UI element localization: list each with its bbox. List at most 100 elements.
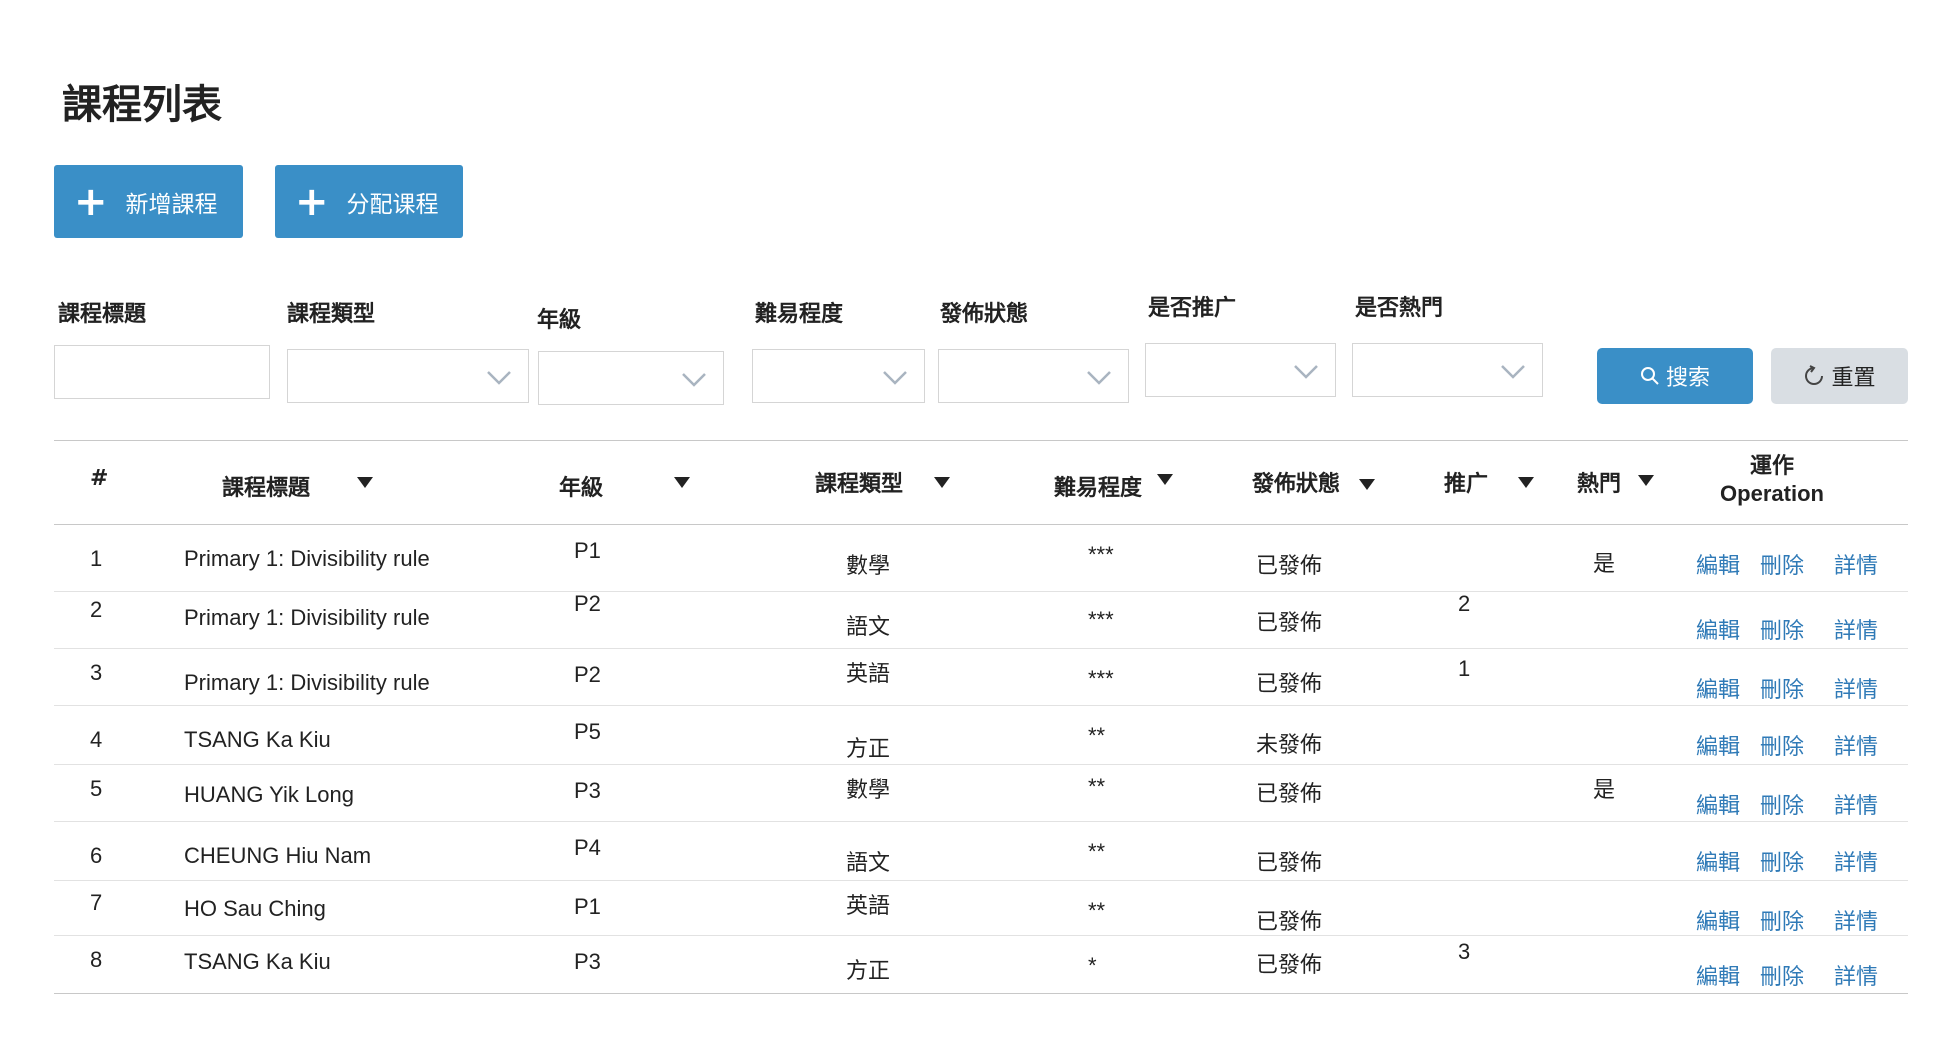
column-header-difficulty: 難易程度	[1054, 476, 1143, 501]
cell-difficulty: *	[1088, 953, 1097, 978]
operation-label-en: Operation	[1720, 481, 1824, 506]
sort-grade-icon[interactable]	[674, 477, 690, 488]
edit-link[interactable]: 編輯	[1696, 788, 1740, 820]
filter-label-promoted: 是否推广	[1148, 296, 1237, 321]
column-header-popular: 熱門	[1577, 472, 1622, 497]
row-divider	[54, 648, 1908, 649]
cell-difficulty: ***	[1088, 666, 1114, 691]
cell-idx: 6	[90, 843, 103, 868]
page-title: 課程列表	[62, 83, 222, 127]
delete-link[interactable]: 刪除	[1760, 845, 1804, 877]
sort-type-icon[interactable]	[934, 477, 950, 488]
filter-label-difficulty: 難易程度	[755, 302, 844, 327]
cell-idx: 3	[90, 660, 103, 685]
status-filter-select[interactable]	[938, 349, 1129, 403]
detail-link[interactable]: 詳情	[1834, 904, 1878, 936]
detail-link[interactable]: 詳情	[1834, 672, 1878, 704]
chevron-down-icon	[1294, 365, 1318, 379]
cell-idx: 5	[90, 776, 103, 801]
chevron-down-icon	[682, 373, 706, 387]
popular-filter-select[interactable]	[1352, 343, 1543, 397]
filter-label-status: 發佈狀態	[940, 302, 1029, 327]
row-divider	[54, 935, 1908, 936]
detail-link[interactable]: 詳情	[1834, 548, 1878, 580]
delete-link[interactable]: 刪除	[1760, 613, 1804, 645]
column-header-grade: 年級	[559, 476, 604, 501]
grade-filter-select[interactable]	[538, 351, 724, 405]
cell-difficulty: ***	[1088, 607, 1114, 632]
plus-icon: +	[74, 178, 108, 225]
chevron-down-icon	[883, 371, 907, 385]
row-divider	[54, 880, 1908, 881]
edit-link[interactable]: 編輯	[1696, 729, 1740, 761]
cell-title: HO Sau Ching	[184, 896, 326, 921]
sort-promote-icon[interactable]	[1518, 477, 1534, 488]
cell-idx: 4	[90, 727, 103, 752]
cell-grade: P2	[574, 662, 601, 687]
column-header-type: 課程類型	[815, 472, 904, 497]
search-label: 搜索	[1665, 366, 1710, 391]
delete-link[interactable]: 刪除	[1760, 788, 1804, 820]
cell-difficulty: **	[1088, 723, 1106, 748]
edit-link[interactable]: 編輯	[1696, 613, 1740, 645]
sort-status-icon[interactable]	[1359, 479, 1375, 490]
table-top-border	[54, 440, 1908, 441]
reset-button[interactable]: 重置	[1771, 348, 1908, 404]
filter-label-grade: 年級	[537, 308, 582, 333]
delete-link[interactable]: 刪除	[1760, 904, 1804, 936]
cell-status: 已發佈	[1256, 672, 1323, 697]
cell-title: Primary 1: Divisibility rule	[184, 670, 430, 695]
search-icon	[1640, 367, 1659, 385]
row-divider	[54, 993, 1908, 994]
detail-link[interactable]: 詳情	[1834, 613, 1878, 645]
cell-grade: P3	[574, 949, 601, 974]
delete-link[interactable]: 刪除	[1760, 672, 1804, 704]
chevron-down-icon	[1501, 365, 1525, 379]
edit-link[interactable]: 編輯	[1696, 959, 1740, 991]
cell-title: Primary 1: Divisibility rule	[184, 546, 430, 571]
sort-popular-icon[interactable]	[1638, 475, 1654, 486]
cell-title: HUANG Yik Long	[184, 782, 354, 807]
sort-title-icon[interactable]	[357, 477, 373, 488]
delete-link[interactable]: 刪除	[1760, 548, 1804, 580]
plus-icon: +	[295, 178, 329, 225]
row-divider	[54, 705, 1908, 706]
detail-link[interactable]: 詳情	[1834, 729, 1878, 761]
edit-link[interactable]: 編輯	[1696, 672, 1740, 704]
add-course-label: 新增課程	[125, 191, 218, 218]
cell-type: 數學	[846, 778, 891, 803]
chevron-down-icon	[1087, 371, 1111, 385]
column-header-operation: 運作 Operation	[1718, 452, 1826, 508]
cell-status: 已發佈	[1256, 910, 1323, 935]
type-filter-select[interactable]	[287, 349, 529, 403]
filter-label-popular: 是否熱門	[1355, 296, 1444, 321]
cell-difficulty: ***	[1088, 542, 1114, 567]
delete-link[interactable]: 刪除	[1760, 959, 1804, 991]
cell-promote: 3	[1458, 939, 1471, 964]
title-filter-input[interactable]	[54, 345, 273, 400]
cell-status: 已發佈	[1256, 851, 1323, 876]
detail-link[interactable]: 詳情	[1834, 845, 1878, 877]
promoted-filter-select[interactable]	[1145, 343, 1336, 397]
sort-difficulty-icon[interactable]	[1157, 474, 1173, 485]
assign-course-button[interactable]: + 分配课程	[275, 165, 463, 238]
column-header-index: #	[90, 466, 109, 491]
cell-status: 已發佈	[1256, 782, 1323, 807]
edit-link[interactable]: 編輯	[1696, 548, 1740, 580]
search-button[interactable]: 搜索	[1597, 348, 1753, 404]
column-header-title: 課程標題	[222, 476, 311, 501]
delete-link[interactable]: 刪除	[1760, 729, 1804, 761]
edit-link[interactable]: 編輯	[1696, 845, 1740, 877]
refresh-icon	[1805, 365, 1824, 385]
cell-popular: 是	[1593, 778, 1616, 803]
add-course-button[interactable]: + 新增課程	[54, 165, 243, 238]
difficulty-filter-select[interactable]	[752, 349, 925, 403]
filter-label-title: 課程標題	[58, 302, 147, 327]
edit-link[interactable]: 編輯	[1696, 904, 1740, 936]
chevron-down-icon	[487, 371, 511, 385]
cell-type: 英語	[846, 894, 891, 919]
title-filter-field[interactable]	[55, 346, 273, 400]
detail-link[interactable]: 詳情	[1834, 959, 1878, 991]
cell-type: 語文	[846, 851, 891, 876]
detail-link[interactable]: 詳情	[1834, 788, 1878, 820]
